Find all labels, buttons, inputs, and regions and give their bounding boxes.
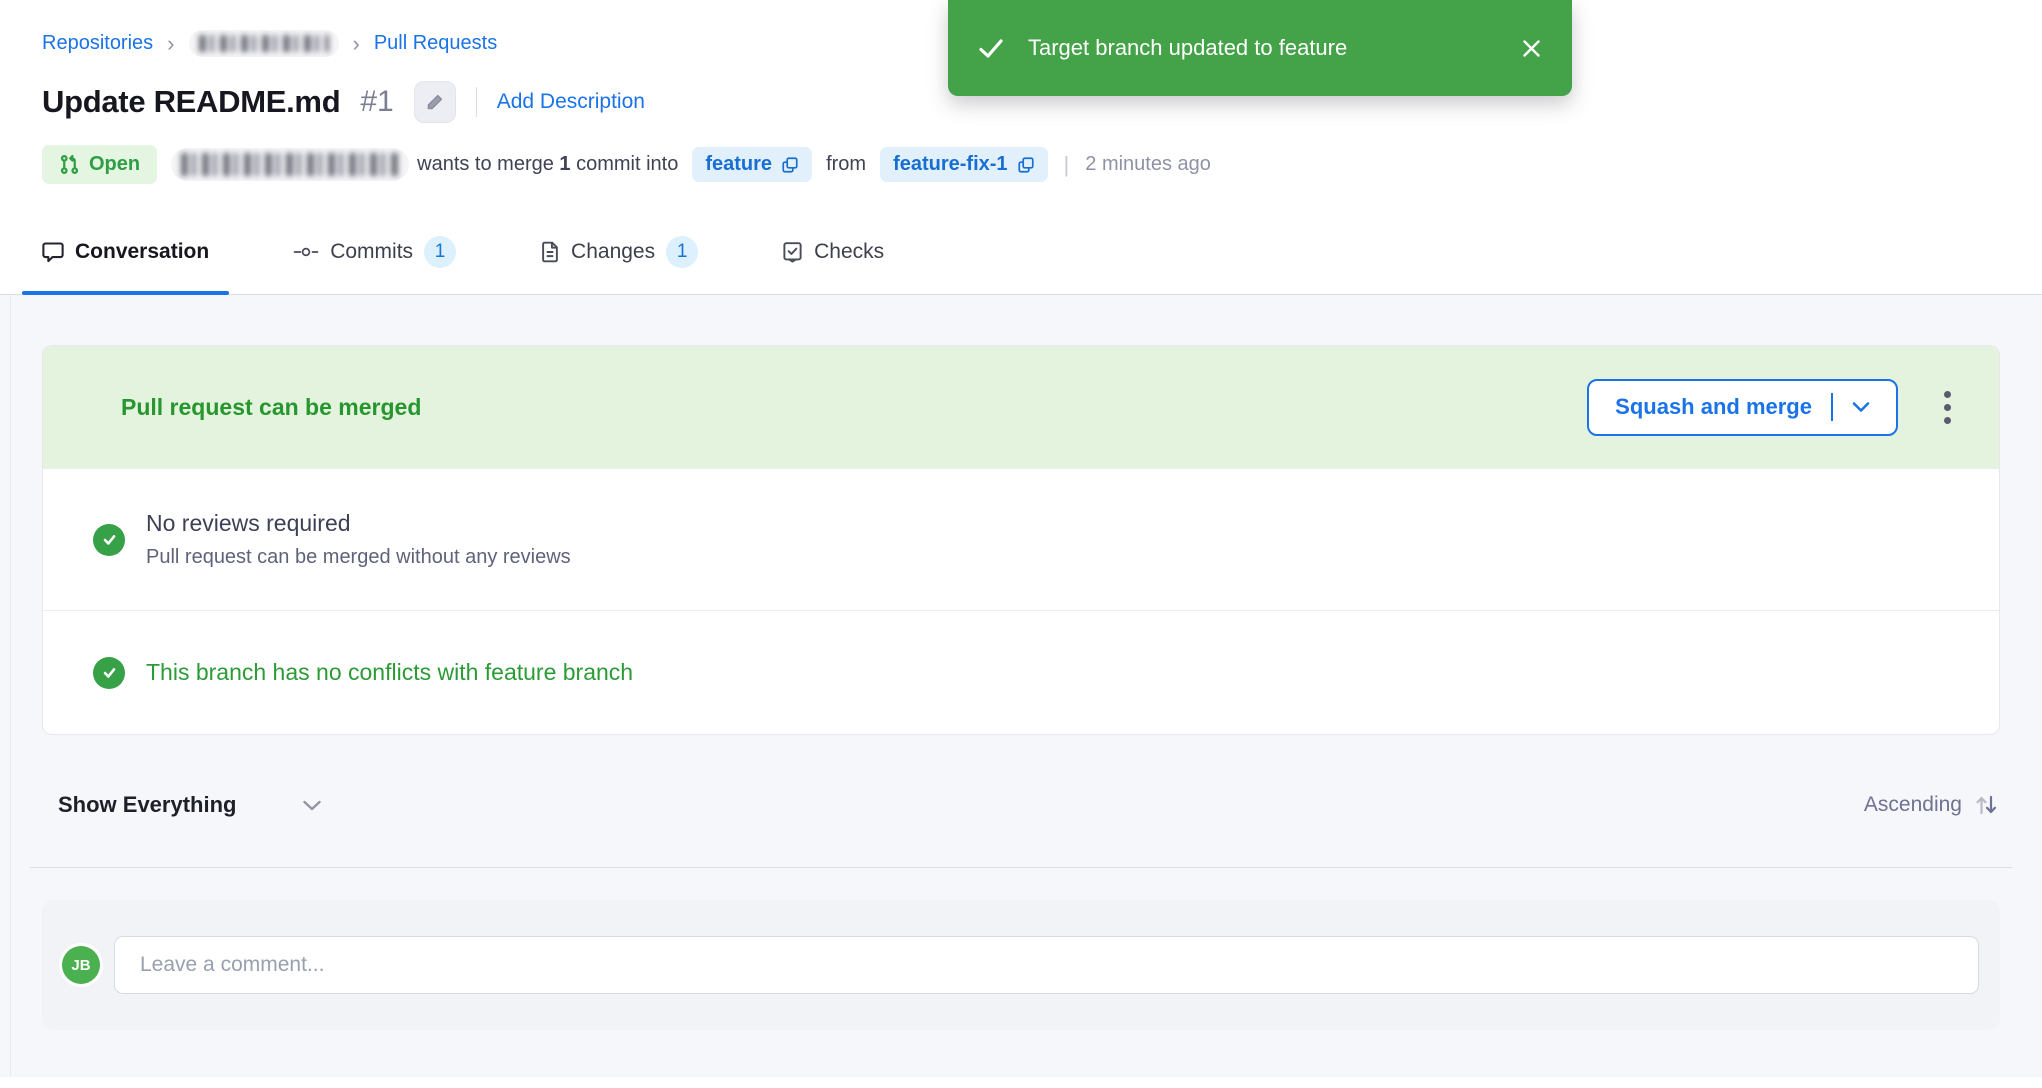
tab-checks[interactable]: Checks <box>762 236 904 294</box>
toast-message: Target branch updated to feature <box>1028 35 1492 61</box>
more-options-button[interactable] <box>1938 385 1957 430</box>
tab-label: Conversation <box>75 240 209 264</box>
breadcrumb-pull-requests-link[interactable]: Pull Requests <box>374 32 497 55</box>
add-description-link[interactable]: Add Description <box>497 90 645 114</box>
git-pull-request-icon <box>59 154 80 175</box>
squash-and-merge-label: Squash and merge <box>1615 394 1812 420</box>
check-circle-icon <box>93 524 125 556</box>
title-divider <box>476 87 477 117</box>
commits-count-badge: 1 <box>424 236 456 268</box>
status-badge-label: Open <box>89 153 140 176</box>
checks-icon <box>782 241 803 263</box>
status-badge: Open <box>42 145 157 184</box>
target-branch-label: feature <box>705 153 772 176</box>
check-icon <box>976 33 1006 63</box>
tab-label: Commits <box>330 240 413 264</box>
tab-conversation[interactable]: Conversation <box>22 236 229 294</box>
edit-title-button[interactable] <box>414 81 456 123</box>
filter-dropdown-label: Show Everything <box>58 792 236 818</box>
merge-sentence: wants to merge 1 commit into <box>417 153 678 176</box>
source-branch-label: feature-fix-1 <box>893 153 1007 176</box>
chevron-down-icon <box>302 799 322 812</box>
changes-count-badge: 1 <box>666 236 698 268</box>
breadcrumb-separator: › <box>353 31 360 57</box>
squash-and-merge-button[interactable]: Squash and merge <box>1587 379 1898 436</box>
button-divider <box>1831 393 1833 421</box>
pr-number: #1 <box>360 85 393 119</box>
from-label: from <box>826 153 866 176</box>
pr-timestamp: 2 minutes ago <box>1085 153 1211 176</box>
conversation-icon <box>42 241 64 263</box>
check-title: This branch has no conflicts with featur… <box>146 659 633 686</box>
copy-icon[interactable] <box>1017 156 1035 174</box>
avatar: JB <box>62 946 100 984</box>
comment-input[interactable] <box>114 936 1979 994</box>
breadcrumb-repo-redacted[interactable] <box>189 30 339 57</box>
commit-icon <box>293 243 319 261</box>
tab-label: Changes <box>571 240 655 264</box>
pencil-icon <box>425 92 445 112</box>
tab-label: Checks <box>814 240 884 264</box>
check-row-conflicts: This branch has no conflicts with featur… <box>43 610 1999 734</box>
copy-icon[interactable] <box>781 156 799 174</box>
chevron-down-icon[interactable] <box>1852 401 1870 413</box>
check-circle-icon <box>93 657 125 689</box>
target-branch-chip[interactable]: feature <box>692 147 812 182</box>
comment-composer: JB <box>42 900 2000 1030</box>
check-row-reviews: No reviews required Pull request can be … <box>43 468 1999 610</box>
pr-tabbar: Conversation Commits 1 Changes 1 <box>0 236 2042 295</box>
check-title: No reviews required <box>146 510 571 537</box>
tab-commits[interactable]: Commits 1 <box>273 236 476 294</box>
close-icon[interactable] <box>1514 31 1548 65</box>
sort-arrows-icon <box>1972 791 2000 819</box>
breadcrumb-repositories-link[interactable]: Repositories <box>42 32 153 55</box>
author-name-redacted <box>171 148 409 181</box>
merge-status-title: Pull request can be merged <box>121 394 421 421</box>
breadcrumb-separator: › <box>167 31 174 57</box>
section-divider <box>30 867 2012 868</box>
sort-order-control[interactable]: Ascending <box>1864 791 2000 819</box>
commit-count: 1 <box>559 153 570 175</box>
file-icon <box>540 241 560 263</box>
source-branch-chip[interactable]: feature-fix-1 <box>880 147 1047 182</box>
page-title: Update README.md <box>42 84 340 120</box>
merge-status-card: Pull request can be merged Squash and me… <box>42 345 2000 735</box>
filter-dropdown[interactable]: Show Everything <box>58 792 322 818</box>
check-subtitle: Pull request can be merged without any r… <box>146 546 571 569</box>
sort-order-label: Ascending <box>1864 793 1962 817</box>
conversation-panel: Pull request can be merged Squash and me… <box>0 295 2042 1077</box>
toast-notification: Target branch updated to feature <box>948 0 1572 96</box>
status-pipe-divider: | <box>1064 152 1070 178</box>
tab-changes[interactable]: Changes 1 <box>520 236 718 294</box>
